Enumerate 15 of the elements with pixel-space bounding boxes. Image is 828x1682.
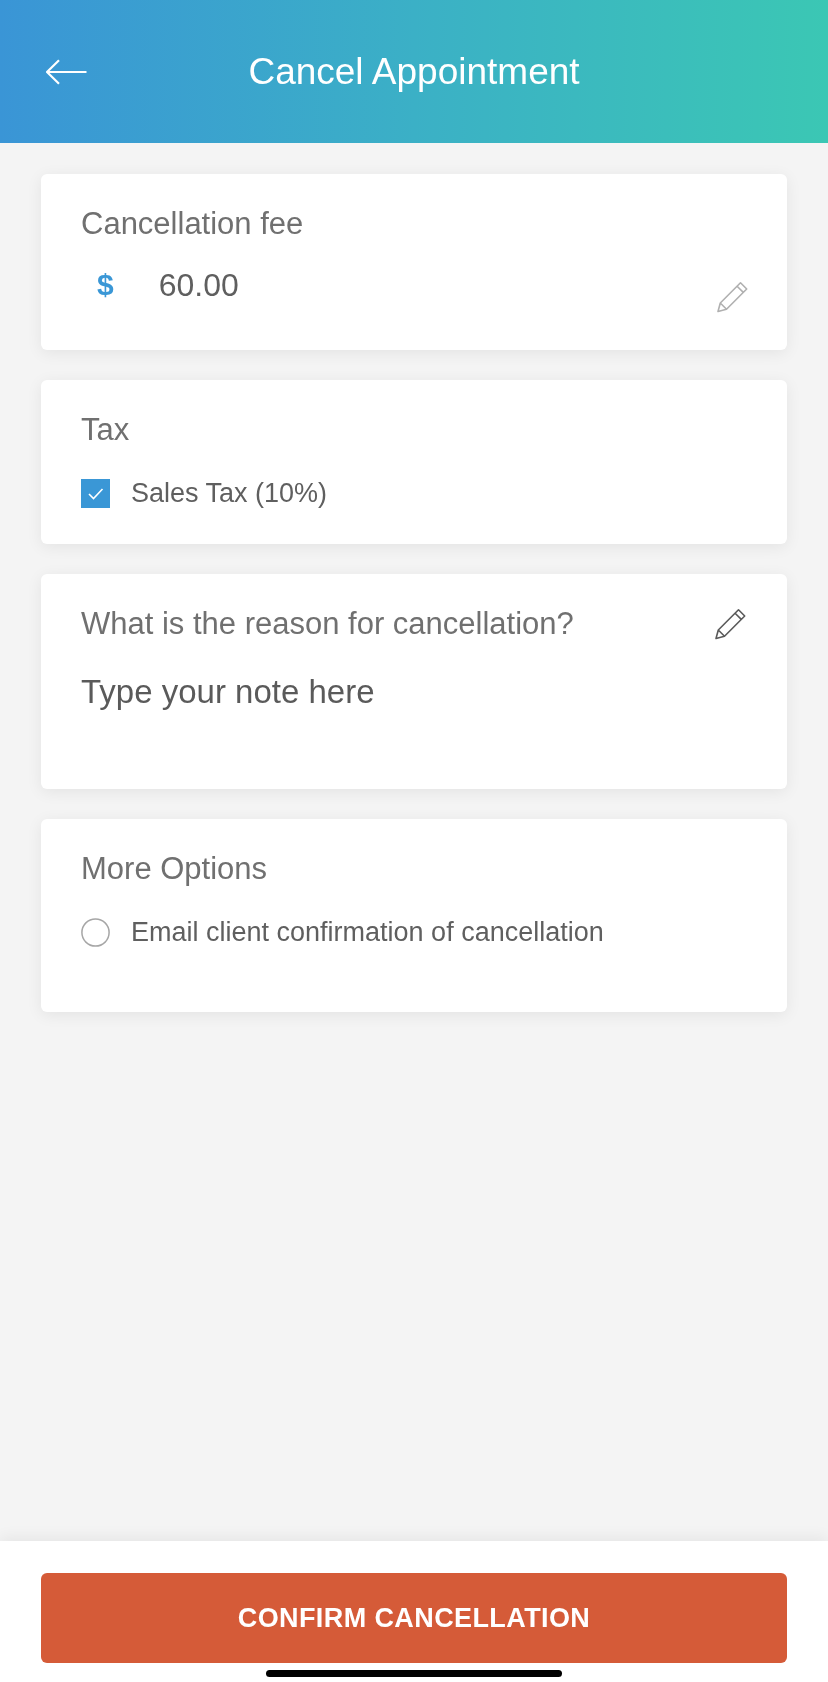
pencil-icon[interactable] [714, 608, 747, 640]
section-label: Cancellation fee [81, 206, 305, 242]
fee-amount: 60.00 [158, 266, 239, 305]
section-label: More Options [81, 851, 269, 887]
section-label: Tax [81, 412, 131, 448]
reason-card[interactable]: What is the reason for cancellation? Type your note here [41, 574, 787, 789]
confirm-cancellation-button[interactable]: CONFIRM CANCELLATION [41, 1573, 787, 1663]
currency-symbol: $ [97, 267, 114, 303]
section-label: What is the reason for cancellation? [81, 606, 574, 642]
option-label: Email client confirmation of cancellation [131, 916, 604, 949]
back-arrow-icon[interactable] [45, 58, 87, 85]
checkbox[interactable] [81, 478, 110, 508]
option-label: Sales Tax (10%) [131, 477, 328, 510]
radio-button[interactable] [81, 917, 110, 947]
page-title: Cancel Appointment [248, 49, 580, 94]
